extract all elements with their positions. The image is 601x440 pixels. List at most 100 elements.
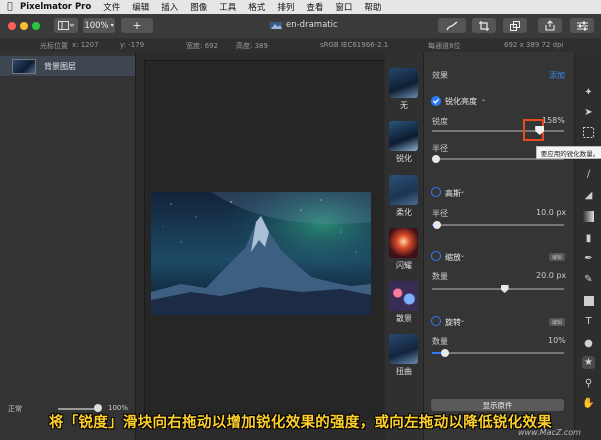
- zoom-amount-slider[interactable]: [432, 288, 564, 290]
- menu-edit[interactable]: 编辑: [132, 1, 149, 13]
- gradient-icon[interactable]: [582, 210, 595, 223]
- highpass-radius-knob[interactable]: [433, 221, 442, 229]
- highpass-radius-value[interactable]: 10.0 px: [536, 208, 566, 217]
- apple-icon[interactable]: : [0, 2, 20, 12]
- sidebar-layout-icon: [58, 21, 74, 30]
- chevron-down-icon[interactable]: ⌄: [481, 96, 486, 103]
- tooltip: 要应用的锐化数量。: [536, 146, 601, 159]
- effect-label-none: 无: [400, 101, 408, 110]
- effect-label-blur: 柔化: [396, 208, 412, 217]
- effect-label-distort: 扭曲: [396, 367, 412, 376]
- highpass-radius-label: 半径: [432, 209, 448, 218]
- effect-thumb-glow[interactable]: [389, 228, 418, 258]
- paint-bucket-icon[interactable]: ◢: [582, 189, 595, 202]
- close-window-button[interactable]: [8, 22, 16, 30]
- effect-thumb-none[interactable]: [389, 68, 418, 98]
- zoom-enabled-checkbox[interactable]: [431, 251, 441, 261]
- menu-bar:  Pixelmator Pro 文件 编辑 插入 图像 工具 格式 排列 查看…: [0, 0, 601, 14]
- menu-view[interactable]: 查看: [306, 1, 323, 13]
- twirl-title[interactable]: 旋转: [445, 317, 461, 328]
- arrange-button[interactable]: [503, 18, 527, 33]
- menu-help[interactable]: 帮助: [364, 1, 381, 13]
- cursor-x: x: 1207: [72, 41, 99, 49]
- zoom-window-button[interactable]: [32, 22, 40, 30]
- layers-icon: [510, 20, 520, 31]
- chevron-down-icon[interactable]: ⌄: [460, 317, 465, 324]
- zoom-icon[interactable]: ⚲: [582, 377, 595, 390]
- twirl-edit-button[interactable]: 编辑: [549, 318, 565, 326]
- adjust-panel-button[interactable]: [570, 18, 594, 33]
- effect-thumb-blur[interactable]: [389, 175, 418, 205]
- sharpen-title[interactable]: 锐化亮度: [445, 96, 477, 107]
- text-icon[interactable]: T: [582, 315, 595, 328]
- chevron-down-icon[interactable]: ⌄: [460, 188, 465, 195]
- twirl-amount-knob[interactable]: [441, 349, 450, 357]
- effects-tool-icon[interactable]: ★: [582, 356, 595, 369]
- effect-thumb-bokeh[interactable]: [389, 281, 418, 311]
- layers-sidebar: 背景图层 正常 100%: [0, 52, 136, 440]
- pen-icon[interactable]: ✒: [582, 252, 595, 265]
- zoom-edit-button[interactable]: 编辑: [549, 253, 565, 261]
- layer-name: 背景图层: [44, 61, 76, 71]
- menu-app-name[interactable]: Pixelmator Pro: [20, 2, 91, 12]
- highpass-enabled-checkbox[interactable]: [431, 187, 441, 197]
- toolbar: 100% ▾ + en-dramatic: [0, 14, 601, 39]
- horizontal-ruler: [136, 52, 384, 61]
- brush-icon[interactable]: ✎: [582, 273, 595, 286]
- color-adjust-icon[interactable]: ●: [582, 337, 595, 350]
- effects-panel: 效果 添加 锐化亮度 ⌄ 锐度 158% 半径 高斯 ⌄ 半径 10.0 px …: [423, 52, 574, 440]
- eraser-icon[interactable]: ▮: [582, 232, 595, 245]
- zoom-dropdown[interactable]: 100% ▾: [83, 18, 115, 33]
- zoom-amount-value[interactable]: 20.0 px: [536, 271, 566, 280]
- sharpen-enabled-checkbox[interactable]: [431, 96, 441, 106]
- share-icon: [545, 20, 555, 31]
- checkmark-icon: [433, 98, 439, 104]
- image-width: 宽度: 692: [186, 42, 218, 50]
- twirl-amount-label: 数量: [432, 337, 448, 346]
- effect-label-glow: 闪耀: [396, 261, 412, 270]
- crop-button[interactable]: [472, 18, 496, 33]
- twirl-amount-slider[interactable]: [432, 352, 564, 354]
- share-button[interactable]: [538, 18, 562, 33]
- rect-select-icon[interactable]: [582, 126, 595, 139]
- brush-icon: [446, 20, 458, 30]
- sharpen-radius-label: 半径: [432, 144, 448, 153]
- view-mode-button[interactable]: [54, 18, 78, 33]
- layer-row[interactable]: 背景图层: [0, 56, 135, 76]
- add-effect-button[interactable]: 添加: [549, 70, 565, 81]
- watermark: www.MacZ.com: [518, 428, 581, 437]
- mountain-image[interactable]: [151, 192, 371, 315]
- effect-label-sharpen: 锐化: [396, 154, 412, 163]
- minimize-window-button[interactable]: [20, 22, 28, 30]
- highpass-title[interactable]: 高斯: [445, 188, 461, 199]
- highpass-radius-slider[interactable]: [432, 224, 564, 226]
- brush-tool-button[interactable]: [438, 18, 466, 33]
- menu-arrange[interactable]: 排列: [277, 1, 294, 13]
- eyedropper-icon[interactable]: ∕: [582, 168, 595, 181]
- bit-depth: 每通道8位: [428, 42, 461, 50]
- menu-file[interactable]: 文件: [103, 1, 120, 13]
- menu-format[interactable]: 格式: [248, 1, 265, 13]
- effect-thumb-distort[interactable]: [389, 334, 418, 364]
- effect-thumb-sharpen[interactable]: [389, 121, 418, 151]
- sharpen-radius-knob[interactable]: [431, 155, 440, 163]
- style-tool-icon[interactable]: ✦: [582, 86, 595, 99]
- sharpness-label: 锐度: [432, 117, 448, 126]
- color-profile: sRGB IEC61966-2.1: [320, 41, 389, 49]
- layer-thumbnail: [12, 58, 36, 74]
- menu-window[interactable]: 窗口: [335, 1, 352, 13]
- chevron-down-icon[interactable]: ⌄: [460, 252, 465, 259]
- menu-image[interactable]: 图像: [190, 1, 207, 13]
- cursor-position-label: 光标位置: [40, 42, 68, 50]
- zoom-amount-knob[interactable]: [500, 285, 509, 293]
- effects-browser: 无 锐化 柔化 闪耀 散景 扭曲: [385, 52, 423, 440]
- sharpness-value[interactable]: 158%: [542, 116, 565, 125]
- add-button[interactable]: +: [121, 18, 153, 33]
- zoom-title[interactable]: 缩放: [445, 252, 461, 263]
- twirl-amount-value[interactable]: 10%: [548, 336, 566, 345]
- arrow-select-icon[interactable]: ➤: [582, 106, 595, 119]
- menu-tools[interactable]: 工具: [219, 1, 236, 13]
- menu-insert[interactable]: 插入: [161, 1, 178, 13]
- shape-icon[interactable]: [582, 294, 595, 307]
- twirl-enabled-checkbox[interactable]: [431, 316, 441, 326]
